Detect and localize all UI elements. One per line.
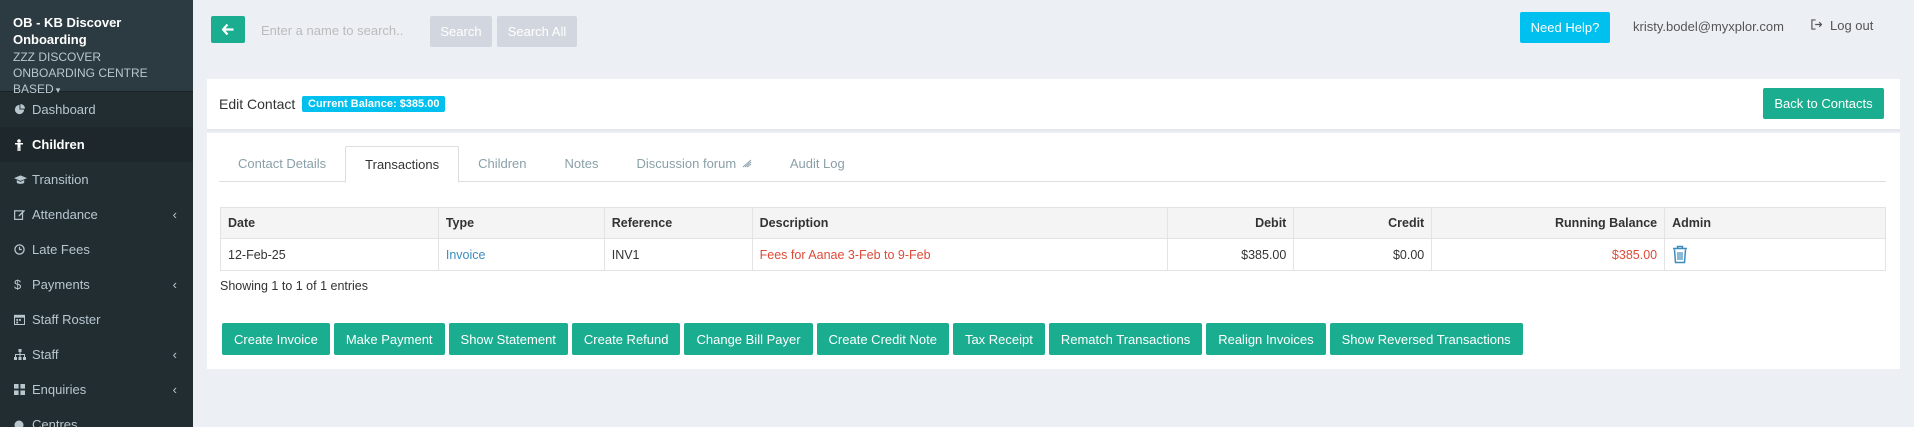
chevron-left-icon: ‹ xyxy=(172,382,177,397)
sidebar-item-staff-roster[interactable]: Staff Roster xyxy=(0,302,193,337)
sitemap-icon xyxy=(14,349,30,360)
page-title: Edit Contact xyxy=(219,96,296,112)
tab-children[interactable]: Children xyxy=(459,146,545,182)
create-refund-button[interactable]: Create Refund xyxy=(571,323,681,355)
transactions-table: Date Type Reference Description Debit Cr… xyxy=(220,207,1886,271)
calendar-icon xyxy=(14,314,30,325)
chevron-left-icon: ‹ xyxy=(172,347,177,362)
circle-icon xyxy=(14,420,30,427)
clock-icon xyxy=(14,244,30,255)
cell-description: Fees for Aanae 3-Feb to 9-Feb xyxy=(751,238,1169,271)
back-to-contacts-button[interactable]: Back to Contacts xyxy=(1763,88,1884,119)
sidebar-nav: Dashboard Children Transition Attendance… xyxy=(0,92,193,427)
dashboard-icon xyxy=(14,104,30,115)
realign-invoices-button[interactable]: Realign Invoices xyxy=(1206,323,1326,355)
centre-name: zzz DISCOVER ONBOARDING CENTRE BASED xyxy=(13,50,148,96)
need-help-button[interactable]: Need Help? xyxy=(1520,12,1610,43)
tab-audit-log[interactable]: Audit Log xyxy=(771,146,864,182)
sidebar-header: OB - KB Discover Onboarding zzz DISCOVER… xyxy=(0,0,193,96)
cell-admin xyxy=(1664,238,1886,271)
create-credit-note-button[interactable]: Create Credit Note xyxy=(816,323,949,355)
column-header-credit[interactable]: Credit xyxy=(1293,207,1433,239)
search-button[interactable]: Search xyxy=(430,16,492,47)
sidebar: OB - KB Discover Onboarding zzz DISCOVER… xyxy=(0,0,193,427)
cell-running-balance: $385.00 xyxy=(1431,238,1666,271)
logout-link[interactable]: Log out xyxy=(1811,18,1873,33)
sidebar-item-children[interactable]: Children xyxy=(0,127,193,162)
tax-receipt-button[interactable]: Tax Receipt xyxy=(952,323,1045,355)
cell-reference: INV1 xyxy=(603,238,753,271)
column-header-admin: Admin xyxy=(1664,207,1886,239)
sidebar-item-enquiries[interactable]: Enquiries ‹ xyxy=(0,372,193,407)
tab-transactions[interactable]: Transactions xyxy=(345,146,460,183)
tab-label: Discussion forum xyxy=(636,156,737,171)
sign-out-icon xyxy=(1811,18,1823,33)
table-header-row: Date Type Reference Description Debit Cr… xyxy=(220,207,1886,239)
sidebar-item-label: Transition xyxy=(32,172,89,187)
cell-date: 12-Feb-25 xyxy=(220,238,439,271)
sidebar-item-dashboard[interactable]: Dashboard xyxy=(0,92,193,127)
sidebar-item-staff[interactable]: Staff ‹ xyxy=(0,337,193,372)
show-statement-button[interactable]: Show Statement xyxy=(448,323,568,355)
sidebar-item-label: Staff xyxy=(32,347,59,362)
cell-credit: $0.00 xyxy=(1293,238,1433,271)
balance-badge: Current Balance: $385.00 xyxy=(302,96,446,112)
change-bill-payer-button[interactable]: Change Bill Payer xyxy=(684,323,813,355)
cell-debit: $385.00 xyxy=(1167,238,1295,271)
column-header-running-balance[interactable]: Running Balance xyxy=(1431,207,1666,239)
logout-label: Log out xyxy=(1830,18,1874,33)
make-payment-button[interactable]: Make Payment xyxy=(333,323,445,355)
sidebar-item-label: Dashboard xyxy=(32,102,96,117)
chevron-left-icon: ‹ xyxy=(172,207,177,222)
column-header-reference[interactable]: Reference xyxy=(603,207,753,239)
topbar: Search Search All Need Help? kristy.bode… xyxy=(193,0,1914,64)
back-arrow-button[interactable] xyxy=(211,16,245,43)
sidebar-item-label: Payments xyxy=(32,277,90,292)
trash-icon[interactable] xyxy=(1672,245,1688,264)
show-reversed-transactions-button[interactable]: Show Reversed Transactions xyxy=(1329,323,1523,355)
child-icon xyxy=(14,138,30,151)
edit-icon xyxy=(14,209,30,220)
sidebar-item-label: Enquiries xyxy=(32,382,87,397)
signal-icon xyxy=(742,159,752,171)
create-invoice-button[interactable]: Create Invoice xyxy=(222,323,330,355)
user-email[interactable]: kristy.bodel@myxplor.com xyxy=(1633,19,1784,34)
entries-info: Showing 1 to 1 of 1 entries xyxy=(220,279,369,293)
column-header-date[interactable]: Date xyxy=(220,207,439,239)
sidebar-item-label: Centres xyxy=(32,417,78,427)
grid-icon xyxy=(14,384,30,395)
action-buttons: Create Invoice Make Payment Show Stateme… xyxy=(222,323,1523,355)
sidebar-item-attendance[interactable]: Attendance ‹ xyxy=(0,197,193,232)
table-row: 12-Feb-25 Invoice INV1 Fees for Aanae 3-… xyxy=(220,238,1886,271)
sidebar-item-late-fees[interactable]: Late Fees xyxy=(0,232,193,267)
sidebar-item-payments[interactable]: $ Payments ‹ xyxy=(0,267,193,302)
sidebar-item-centres[interactable]: Centres xyxy=(0,407,193,427)
sidebar-item-transition[interactable]: Transition xyxy=(0,162,193,197)
tab-notes[interactable]: Notes xyxy=(546,146,618,182)
tab-bar: Contact Details Transactions Children No… xyxy=(219,146,1886,183)
search-input[interactable] xyxy=(253,14,423,46)
content-header: Edit Contact Current Balance: $385.00 Ba… xyxy=(207,79,1900,131)
tab-discussion-forum[interactable]: Discussion forum xyxy=(617,146,770,182)
sidebar-item-label: Children xyxy=(32,137,85,152)
main-panel: Contact Details Transactions Children No… xyxy=(207,133,1900,369)
graduation-cap-icon xyxy=(14,174,30,185)
column-header-debit[interactable]: Debit xyxy=(1167,207,1295,239)
search-all-button[interactable]: Search All xyxy=(497,16,577,47)
cell-type-link[interactable]: Invoice xyxy=(437,238,605,271)
org-name: OB - KB Discover Onboarding xyxy=(13,15,122,47)
column-header-type[interactable]: Type xyxy=(437,207,605,239)
chevron-left-icon: ‹ xyxy=(172,277,177,292)
sidebar-item-label: Attendance xyxy=(32,207,98,222)
centre-selector[interactable]: zzz DISCOVER ONBOARDING CENTRE BASED ▾ xyxy=(13,49,181,98)
dollar-icon: $ xyxy=(14,277,22,292)
tab-contact-details[interactable]: Contact Details xyxy=(219,146,345,182)
arrow-left-icon xyxy=(222,24,234,35)
rematch-transactions-button[interactable]: Rematch Transactions xyxy=(1048,323,1203,355)
sidebar-item-label: Staff Roster xyxy=(32,312,101,327)
column-header-description[interactable]: Description xyxy=(751,207,1169,239)
sidebar-item-label: Late Fees xyxy=(32,242,90,257)
